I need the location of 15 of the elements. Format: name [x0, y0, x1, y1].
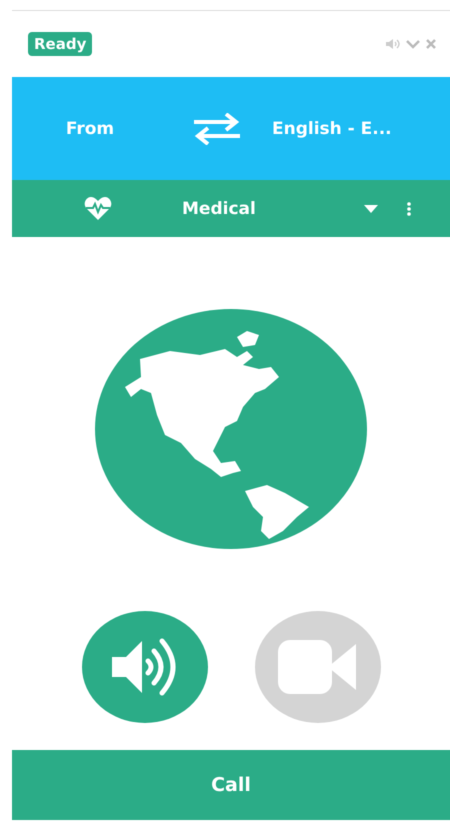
from-label: From — [64, 118, 116, 138]
heartbeat-icon — [84, 196, 112, 220]
swap-icon[interactable] — [192, 112, 242, 144]
domain-selector[interactable]: Medical — [182, 198, 256, 218]
collapse-icon[interactable] — [406, 40, 420, 48]
call-button[interactable]: Call — [12, 750, 450, 820]
globe-icon — [95, 309, 367, 549]
close-icon[interactable] — [426, 39, 436, 49]
volume-icon[interactable] — [386, 39, 400, 49]
video-camera-icon — [278, 640, 358, 694]
status-badge: Ready — [28, 32, 92, 56]
more-options-icon[interactable] — [406, 202, 411, 216]
dropdown-caret-icon[interactable] — [364, 204, 378, 212]
speaker-icon — [112, 637, 178, 697]
language-selector[interactable]: English - E... — [272, 118, 392, 138]
